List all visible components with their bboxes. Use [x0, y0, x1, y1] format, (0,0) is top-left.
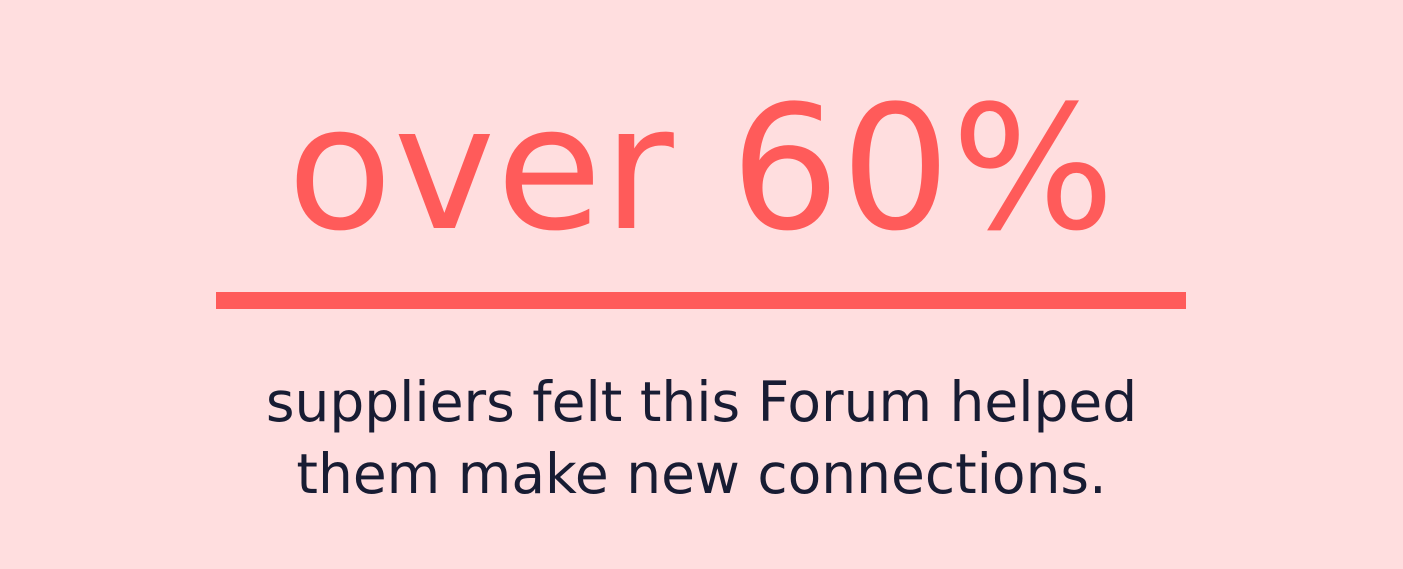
stat-caption: suppliers felt this Forum helped them ma… [0, 366, 1403, 510]
stat-headline: over 60% [287, 68, 1116, 269]
headline-underline [216, 292, 1186, 309]
stat-card: over 60% suppliers felt this Forum helpe… [0, 0, 1403, 569]
caption-line-2: them make new connections. [296, 442, 1107, 506]
caption-line-1: suppliers felt this Forum helped [265, 370, 1138, 434]
